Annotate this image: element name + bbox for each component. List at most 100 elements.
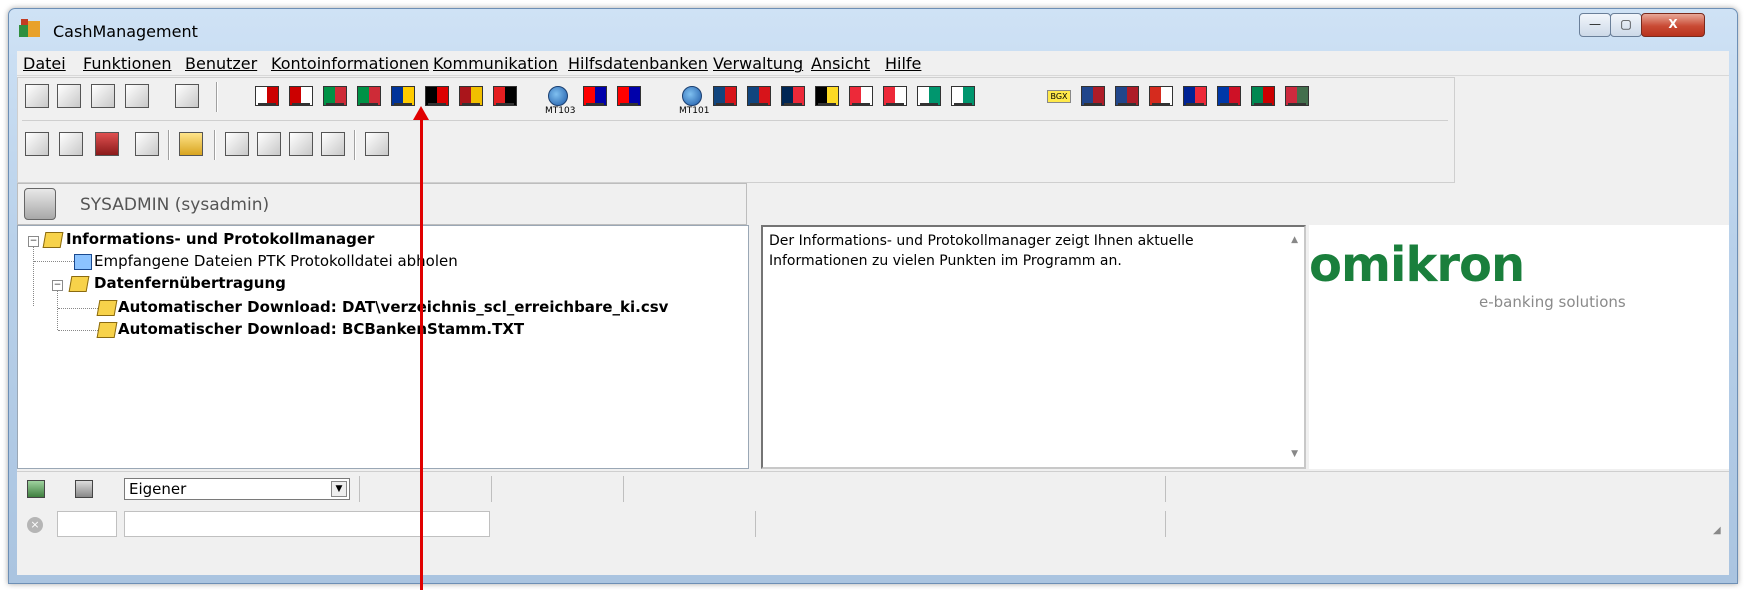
mt103-label: MT103 bbox=[545, 106, 576, 116]
folder-node-icon bbox=[68, 276, 90, 292]
network-node-icon bbox=[74, 254, 92, 270]
tree-node-empfangene[interactable]: Empfangene Dateien PTK Protokolldatei ab… bbox=[94, 252, 458, 270]
country-flag-button[interactable] bbox=[916, 82, 942, 110]
chevron-down-icon[interactable]: ▼ bbox=[331, 481, 347, 497]
menu-kontoinformationen[interactable]: Kontoinformationen bbox=[271, 54, 429, 73]
window-title: CashManagement bbox=[53, 22, 198, 41]
computer-status-icon[interactable] bbox=[27, 480, 45, 498]
flag-icon bbox=[289, 86, 313, 106]
country-flag-button[interactable] bbox=[492, 82, 518, 110]
tree-node-root[interactable]: Informations- und Protokollmanager bbox=[66, 230, 374, 248]
country-flag-button[interactable] bbox=[1284, 82, 1310, 110]
status-field-text[interactable] bbox=[124, 511, 490, 537]
document-edit-icon[interactable] bbox=[134, 130, 160, 158]
flag-icon bbox=[781, 86, 805, 106]
menu-ansicht[interactable]: Ansicht bbox=[811, 54, 870, 73]
flag-icon bbox=[1251, 86, 1275, 106]
client-area: Datei Funktionen Benutzer Kontoinformati… bbox=[17, 51, 1729, 575]
app-window: CashManagement — ▢ X Datei Funktionen Be… bbox=[8, 8, 1738, 584]
country-flag-button[interactable] bbox=[322, 82, 348, 110]
country-flag-button[interactable] bbox=[254, 82, 280, 110]
country-flag-button[interactable] bbox=[356, 82, 382, 110]
logo-tagline: e-banking solutions bbox=[1479, 293, 1626, 311]
status-cell bbox=[359, 476, 360, 502]
scroll-up-icon[interactable]: ▲ bbox=[1291, 235, 1298, 245]
user-avatar-icon bbox=[24, 188, 56, 220]
status-cell bbox=[1165, 476, 1166, 502]
toolbar: MT103 MT101 BGX bbox=[17, 77, 1455, 183]
flag-icon bbox=[883, 86, 907, 106]
globe-mt103-icon[interactable]: MT103 bbox=[545, 82, 575, 116]
country-flag-button[interactable] bbox=[582, 82, 608, 110]
tree-node-datenfernuebertragung[interactable]: Datenfernübertragung bbox=[94, 274, 286, 292]
globe-mt101-icon[interactable]: MT101 bbox=[679, 82, 709, 116]
tree-connector bbox=[34, 261, 74, 262]
chart-report-icon[interactable] bbox=[90, 82, 116, 110]
printer-icon[interactable] bbox=[256, 130, 282, 158]
menu-kommunikation[interactable]: Kommunikation bbox=[433, 54, 558, 73]
flag-icon bbox=[459, 86, 483, 106]
country-flag-button[interactable] bbox=[814, 82, 840, 110]
menu-verwaltung[interactable]: Verwaltung bbox=[713, 54, 803, 73]
menu-datei[interactable]: Datei bbox=[23, 54, 66, 73]
status-bar-top: Eigener ▼ bbox=[17, 471, 1729, 506]
country-flag-button[interactable] bbox=[458, 82, 484, 110]
menu-funktionen[interactable]: Funktionen bbox=[83, 54, 172, 73]
info-panel[interactable]: Der Informations- und Protokollmanager z… bbox=[761, 225, 1306, 469]
flag-icon bbox=[713, 86, 737, 106]
country-flag-button[interactable] bbox=[1080, 82, 1106, 110]
flag-icon bbox=[1217, 86, 1241, 106]
help-window-icon[interactable] bbox=[288, 130, 314, 158]
app-icon bbox=[19, 19, 40, 37]
flag-icon bbox=[583, 86, 607, 106]
title-bar[interactable]: CashManagement — ▢ X bbox=[9, 9, 1737, 49]
scroll-down-icon[interactable]: ▼ bbox=[1291, 449, 1298, 459]
balance-scale-icon[interactable] bbox=[24, 82, 50, 110]
country-flag-button[interactable] bbox=[746, 82, 772, 110]
folder-icon[interactable] bbox=[178, 130, 204, 158]
folder-node-icon bbox=[96, 300, 118, 316]
country-flag-button[interactable] bbox=[1148, 82, 1174, 110]
document-icon[interactable] bbox=[56, 82, 82, 110]
calendar-icon[interactable] bbox=[174, 82, 200, 110]
folder-node-icon bbox=[42, 232, 64, 248]
country-flag-button[interactable] bbox=[712, 82, 738, 110]
connection-status-icon[interactable] bbox=[75, 480, 93, 498]
country-flag-button[interactable] bbox=[882, 82, 908, 110]
directory-icon[interactable] bbox=[24, 130, 50, 158]
menu-benutzer[interactable]: Benutzer bbox=[185, 54, 257, 73]
tree-node-download-csv[interactable]: Automatischer Download: DAT\verzeichnis_… bbox=[118, 298, 668, 316]
maximize-button[interactable]: ▢ bbox=[1610, 13, 1642, 37]
menu-hilfsdatenbanken[interactable]: Hilfsdatenbanken bbox=[568, 54, 708, 73]
bgx-icon[interactable]: BGX bbox=[1046, 82, 1072, 110]
close-circle-icon[interactable]: × bbox=[27, 517, 43, 533]
help-icon[interactable] bbox=[364, 130, 390, 158]
country-flag-button[interactable] bbox=[1114, 82, 1140, 110]
flag-icon bbox=[849, 86, 873, 106]
close-button[interactable]: X bbox=[1641, 13, 1705, 37]
menu-hilfe[interactable]: Hilfe bbox=[885, 54, 921, 73]
country-flag-button[interactable] bbox=[1216, 82, 1242, 110]
network-structure-icon[interactable] bbox=[124, 82, 150, 110]
monitor-icon[interactable] bbox=[224, 130, 250, 158]
bgx-label: BGX bbox=[1047, 89, 1071, 103]
country-flag-button[interactable] bbox=[1250, 82, 1276, 110]
country-flag-button[interactable] bbox=[616, 82, 642, 110]
resize-grip-icon[interactable]: ◢ bbox=[1713, 525, 1725, 537]
country-flag-button[interactable] bbox=[1182, 82, 1208, 110]
country-flag-button[interactable] bbox=[950, 82, 976, 110]
bank-icon[interactable] bbox=[94, 130, 120, 158]
flag-icon bbox=[1183, 86, 1207, 106]
help-search-icon[interactable] bbox=[320, 130, 346, 158]
country-flag-button[interactable] bbox=[288, 82, 314, 110]
folder-node-icon bbox=[96, 322, 118, 338]
flag-icon bbox=[323, 86, 347, 106]
refresh-network-icon[interactable] bbox=[58, 130, 84, 158]
minimize-button[interactable]: — bbox=[1579, 13, 1611, 37]
country-flag-button[interactable] bbox=[780, 82, 806, 110]
logo-panel: omikron e-banking solutions bbox=[1309, 225, 1729, 469]
country-flag-button[interactable] bbox=[848, 82, 874, 110]
combo-value: Eigener bbox=[129, 480, 187, 498]
filter-combobox[interactable]: Eigener ▼ bbox=[124, 478, 350, 500]
tree-node-download-txt[interactable]: Automatischer Download: BCBankenStamm.TX… bbox=[118, 320, 524, 338]
